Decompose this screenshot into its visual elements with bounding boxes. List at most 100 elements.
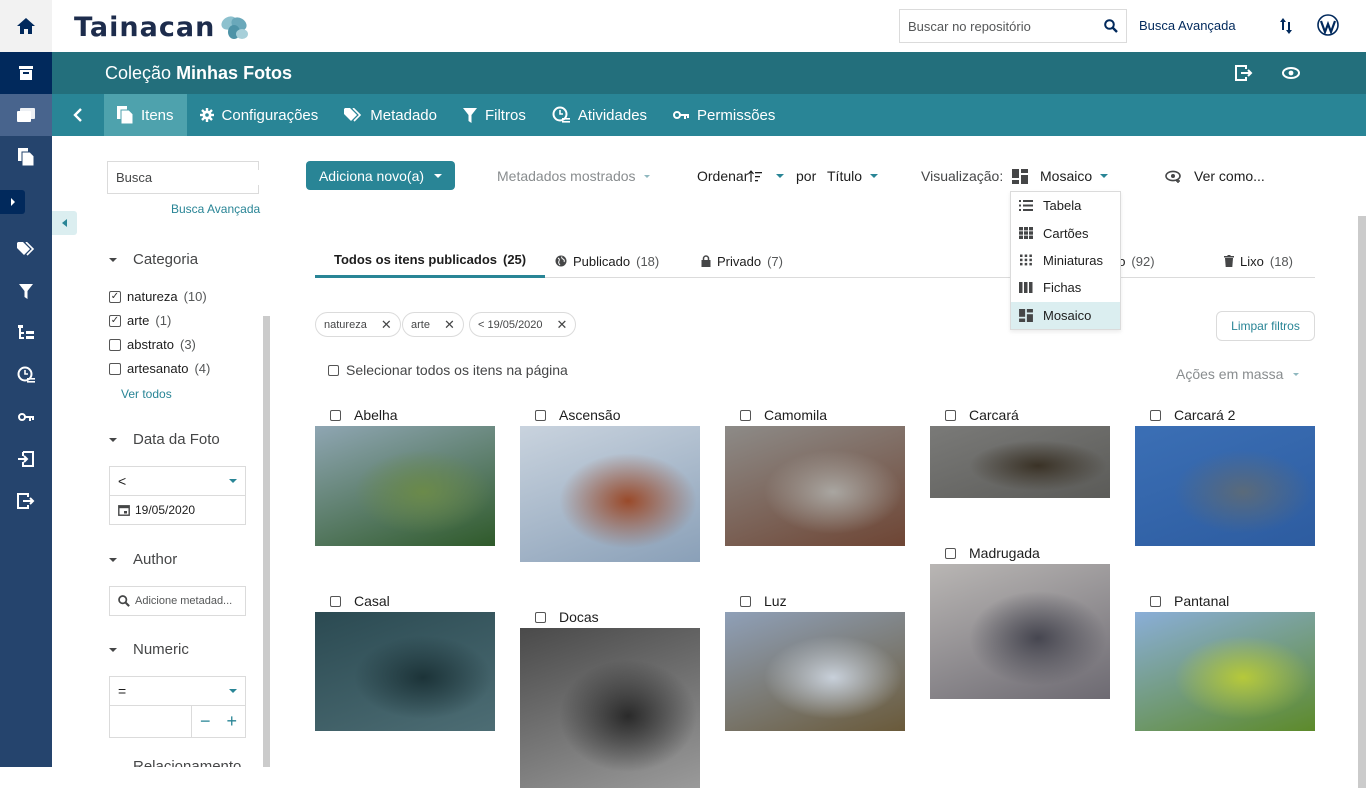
view-mode-dropdown[interactable]: Mosaico bbox=[1012, 168, 1109, 184]
search-icon[interactable] bbox=[1104, 19, 1118, 33]
main-scrollbar[interactable] bbox=[1358, 216, 1366, 788]
item-tile[interactable]: Carcará bbox=[930, 405, 1110, 498]
view-mode-option-records[interactable]: Fichas bbox=[1011, 274, 1120, 301]
author-autocomplete[interactable]: Adicione metadad... bbox=[109, 586, 246, 616]
item-tile[interactable]: Pantanal bbox=[1135, 591, 1315, 731]
item-title[interactable]: Camomila bbox=[764, 407, 827, 423]
status-tab-private[interactable]: Privado (7) bbox=[682, 244, 802, 278]
item-checkbox[interactable] bbox=[945, 409, 956, 421]
increment-button[interactable]: + bbox=[226, 711, 237, 732]
sort-order-dropdown[interactable]: Ordenar bbox=[697, 168, 785, 184]
item-thumbnail[interactable] bbox=[725, 426, 905, 546]
item-thumbnail[interactable] bbox=[315, 612, 495, 731]
item-checkbox[interactable] bbox=[740, 595, 751, 607]
tab-permissions[interactable]: Permissões bbox=[660, 94, 788, 136]
item-thumbnail[interactable] bbox=[520, 628, 700, 788]
item-thumbnail[interactable] bbox=[930, 426, 1110, 498]
item-thumbnail[interactable] bbox=[930, 564, 1110, 699]
tab-filters[interactable]: Filtros bbox=[450, 94, 539, 136]
view-mode-option-thumbnails[interactable]: Miniaturas bbox=[1011, 247, 1120, 274]
checkbox[interactable]: ✓ bbox=[109, 290, 121, 303]
item-title[interactable]: Docas bbox=[559, 609, 599, 625]
numeric-comparator-select[interactable]: = bbox=[109, 676, 246, 706]
view-as-button[interactable]: Ver como... bbox=[1165, 168, 1265, 184]
item-checkbox[interactable] bbox=[1150, 595, 1161, 607]
filter-option[interactable]: artesanato (4) bbox=[109, 361, 210, 376]
view-mode-option-table[interactable]: Tabela bbox=[1011, 192, 1120, 219]
item-checkbox[interactable] bbox=[740, 409, 751, 421]
item-title[interactable]: Casal bbox=[354, 593, 390, 609]
item-thumbnail[interactable] bbox=[315, 426, 495, 546]
checkbox[interactable] bbox=[109, 362, 121, 375]
date-comparator-select[interactable]: < bbox=[109, 466, 246, 496]
numeric-value[interactable] bbox=[110, 706, 192, 737]
item-tile[interactable]: Madrugada bbox=[930, 543, 1110, 699]
numeric-input[interactable]: − + bbox=[109, 705, 246, 738]
filter-heading-data-foto[interactable]: Data da Foto bbox=[109, 431, 220, 448]
item-title[interactable]: Luz bbox=[764, 593, 787, 609]
rail-capabilities[interactable] bbox=[0, 396, 52, 438]
rail-filters[interactable] bbox=[0, 270, 52, 312]
rail-items-alt[interactable] bbox=[0, 136, 52, 178]
item-tile[interactable]: Luz bbox=[725, 591, 905, 731]
logo[interactable]: Tainacan bbox=[74, 12, 249, 43]
checkbox[interactable] bbox=[109, 338, 121, 351]
view-icon[interactable] bbox=[1282, 67, 1300, 79]
item-thumbnail[interactable] bbox=[725, 612, 905, 731]
item-title[interactable]: Carcará bbox=[969, 407, 1019, 423]
rail-collections[interactable] bbox=[0, 52, 52, 94]
decrement-button[interactable]: − bbox=[200, 711, 211, 732]
processes-icon[interactable] bbox=[1279, 17, 1293, 35]
item-checkbox[interactable] bbox=[535, 611, 546, 623]
item-checkbox[interactable] bbox=[330, 595, 341, 607]
rail-home[interactable] bbox=[0, 0, 52, 52]
item-tile[interactable]: Casal bbox=[315, 591, 495, 731]
view-mode-option-masonry[interactable]: Mosaico bbox=[1011, 301, 1120, 329]
filter-heading-partial[interactable]: Relacionamento bbox=[109, 758, 241, 767]
rail-exporters[interactable] bbox=[0, 480, 52, 522]
tab-metadata[interactable]: Metadado bbox=[331, 94, 450, 136]
tab-items[interactable]: Itens bbox=[104, 94, 187, 136]
view-mode-option-cards[interactable]: Cartões bbox=[1011, 219, 1120, 246]
tab-activities[interactable]: Atividades bbox=[539, 94, 660, 136]
item-tile[interactable]: Abelha bbox=[315, 405, 495, 546]
item-tile[interactable]: Docas bbox=[520, 607, 700, 788]
collapse-filters-button[interactable] bbox=[52, 211, 77, 235]
filter-option[interactable]: ✓ natureza (10) bbox=[109, 289, 207, 304]
filter-heading-numeric[interactable]: Numeric bbox=[109, 641, 189, 658]
item-checkbox[interactable] bbox=[945, 547, 956, 559]
back-button[interactable] bbox=[52, 94, 104, 136]
rail-activities[interactable] bbox=[0, 354, 52, 396]
close-icon[interactable]: ✕ bbox=[444, 317, 455, 333]
rail-importers[interactable] bbox=[0, 438, 52, 480]
add-new-button[interactable]: Adiciona novo(a) bbox=[306, 161, 455, 190]
filter-heading-author[interactable]: Author bbox=[109, 551, 177, 568]
item-checkbox[interactable] bbox=[535, 409, 546, 421]
status-tab-trash[interactable]: Lixo (18) bbox=[1205, 244, 1312, 278]
global-search[interactable] bbox=[899, 9, 1127, 43]
filter-search[interactable] bbox=[107, 161, 292, 194]
item-title[interactable]: Ascensão bbox=[559, 407, 620, 423]
filter-option[interactable]: ✓ arte (1) bbox=[109, 313, 171, 328]
checkbox[interactable]: ✓ bbox=[109, 314, 121, 327]
filters-scrollbar[interactable] bbox=[263, 316, 270, 767]
item-thumbnail[interactable] bbox=[520, 426, 700, 562]
exit-icon[interactable] bbox=[1235, 65, 1253, 81]
item-thumbnail[interactable] bbox=[1135, 612, 1315, 731]
item-checkbox[interactable] bbox=[330, 409, 341, 421]
item-tile[interactable]: Camomila bbox=[725, 405, 905, 546]
date-input[interactable]: 19/05/2020 bbox=[109, 495, 246, 525]
clear-filters-button[interactable]: Limpar filtros bbox=[1216, 311, 1315, 341]
status-tab-all[interactable]: Todos os itens publicados (25) bbox=[315, 244, 546, 278]
close-icon[interactable]: ✕ bbox=[557, 317, 568, 333]
filter-option[interactable]: abstrato (3) bbox=[109, 337, 196, 352]
filter-advanced-search-link[interactable]: Busca Avançada bbox=[171, 202, 260, 216]
item-checkbox[interactable] bbox=[1150, 409, 1161, 421]
checkbox[interactable] bbox=[328, 364, 339, 376]
bulk-actions-dropdown[interactable]: Ações em massa bbox=[1176, 366, 1300, 382]
wordpress-icon[interactable] bbox=[1317, 14, 1339, 36]
item-title[interactable]: Pantanal bbox=[1174, 593, 1229, 609]
see-all-link[interactable]: Ver todos bbox=[121, 387, 172, 401]
item-thumbnail[interactable] bbox=[1135, 426, 1315, 546]
filter-heading-categoria[interactable]: Categoria bbox=[109, 251, 198, 268]
